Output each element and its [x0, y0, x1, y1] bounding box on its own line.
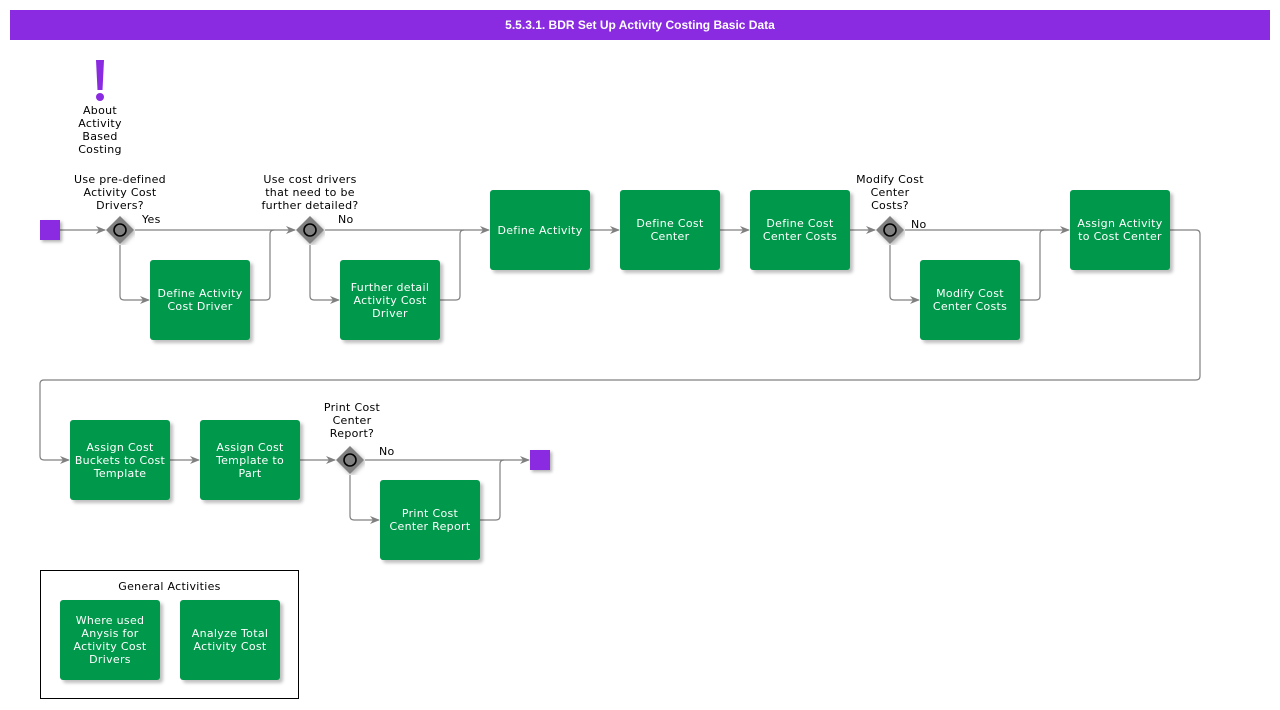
task-label: Modify Cost Center Costs: [932, 287, 1008, 313]
task-label: Where used Anysis for Activity Cost Driv…: [73, 614, 147, 666]
gateway-4[interactable]: [335, 445, 365, 475]
gateway-2-branch-label: No: [338, 213, 354, 226]
gateway-4-question: Print Cost Center Report?: [323, 401, 381, 440]
general-activities-title: General Activities: [118, 580, 221, 593]
task-label: Analyze Total Activity Cost: [191, 627, 269, 653]
gateway-2-question: Use cost drivers that need to be further…: [261, 173, 359, 212]
task-assign-cost-buckets-to-cost-template[interactable]: Assign Cost Buckets to Cost Template: [70, 420, 170, 500]
connector-task2-define-activity: [440, 229, 465, 301]
end-event[interactable]: [530, 450, 550, 470]
gateway-1-question: Use pre-defined Activity Cost Drivers?: [74, 173, 166, 212]
task-define-activity[interactable]: Define Activity: [490, 190, 590, 270]
connector-task10-end: [480, 459, 505, 521]
task-where-used-analysis[interactable]: Where used Anysis for Activity Cost Driv…: [60, 600, 160, 680]
gateway-1-branch-label: Yes: [142, 213, 161, 226]
task-define-cost-center[interactable]: Define Cost Center: [620, 190, 720, 270]
task-label: Further detail Activity Cost Driver: [350, 280, 430, 320]
annotation-label: About Activity Based Costing: [78, 104, 122, 156]
task-label: Define Cost Center Costs: [762, 217, 838, 243]
task-define-cost-center-costs[interactable]: Define Cost Center Costs: [750, 190, 850, 270]
task-label: Define Activity Cost Driver: [157, 287, 243, 313]
connector-gw2-task2: [309, 245, 340, 304]
task-modify-cost-center-costs[interactable]: Modify Cost Center Costs: [920, 260, 1020, 340]
task-define-activity-cost-driver[interactable]: Define Activity Cost Driver: [150, 260, 250, 340]
task-assign-activity-to-cost-center[interactable]: Assign Activity to Cost Center: [1070, 190, 1170, 270]
task-label: Define Cost Center: [636, 217, 704, 243]
connector-gw4-task10: [349, 475, 380, 524]
task-further-detail-activity-cost-driver[interactable]: Further detail Activity Cost Driver: [340, 260, 440, 340]
task-label: Assign Activity to Cost Center: [1077, 217, 1163, 243]
task-label: Assign Cost Template to Part: [215, 440, 285, 480]
connector-task6-task7: [1020, 229, 1045, 301]
gateway-4-branch-label: No: [379, 445, 395, 458]
task-assign-cost-template-to-part[interactable]: Assign Cost Template to Part: [200, 420, 300, 500]
gateway-3-branch-label: No: [911, 218, 927, 231]
task-label: Print Cost Center Report: [389, 507, 471, 533]
gateway-1[interactable]: [105, 215, 135, 245]
task-print-cost-center-report[interactable]: Print Cost Center Report: [380, 480, 480, 560]
connector-gw3-task6: [889, 245, 920, 304]
task-label: Assign Cost Buckets to Cost Template: [74, 440, 166, 480]
gateway-3[interactable]: [875, 215, 905, 245]
start-event[interactable]: [40, 220, 60, 240]
connector-gw1-task1: [119, 245, 150, 304]
task-label: Define Activity: [497, 223, 583, 237]
connector-task1-gw2: [250, 229, 275, 301]
exclamation-icon[interactable]: [90, 58, 110, 104]
task-analyze-total-activity-cost[interactable]: Analyze Total Activity Cost: [180, 600, 280, 680]
gateway-3-question: Modify Cost Center Costs?: [856, 173, 924, 212]
gateway-2[interactable]: [295, 215, 325, 245]
